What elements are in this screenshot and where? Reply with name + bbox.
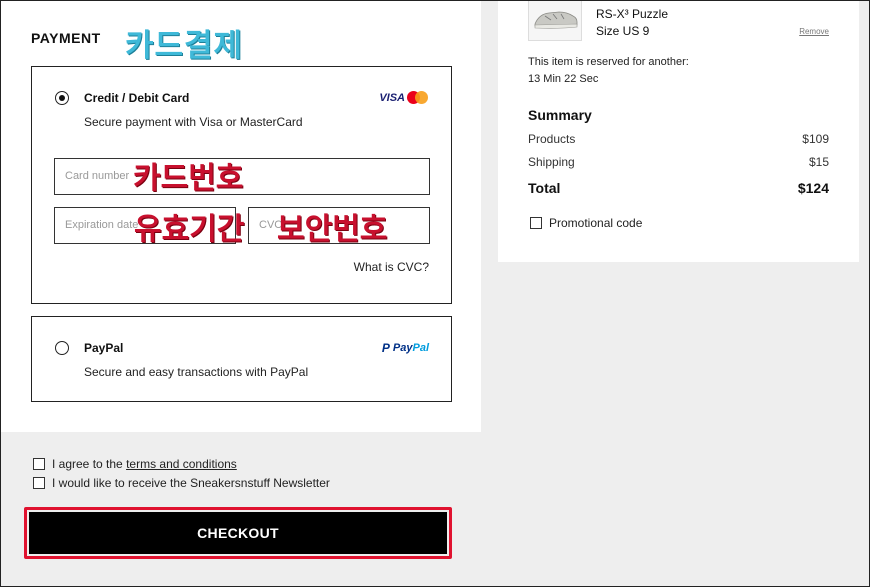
newsletter-checkbox-row: I would like to receive the Sneakersnstu…	[33, 476, 330, 490]
annotation-cvc: 보안번호	[277, 212, 388, 247]
order-summary-panel: RS-X³ Puzzle Size US 9 Remove This item …	[498, 0, 859, 262]
sneaker-icon	[534, 11, 578, 29]
products-value: $109	[802, 132, 829, 146]
paypal-payment-option[interactable]: PayPal P PayPal Secure and easy transact…	[31, 316, 452, 402]
terms-text: I agree to the terms and conditions	[52, 457, 237, 471]
terms-link[interactable]: terms and conditions	[126, 457, 237, 471]
total-value: $124	[797, 180, 829, 196]
checkout-button[interactable]: CHECKOUT	[29, 512, 447, 554]
visa-logo-text: VISA	[379, 91, 405, 104]
paypal-icon: P	[381, 341, 390, 355]
card-radio[interactable]	[55, 91, 69, 105]
products-label: Products	[528, 132, 576, 146]
summary-shipping-row: Shipping $15	[528, 155, 829, 169]
card-option-label: Credit / Debit Card	[84, 91, 190, 105]
payment-title: PAYMENT	[31, 30, 101, 46]
product-size: Size US 9	[596, 24, 650, 38]
annotation-card-payment: 카드결제	[125, 28, 244, 64]
reservation-timer: 13 Min 22 Sec	[528, 73, 599, 85]
promo-label: Promotional code	[549, 216, 643, 230]
terms-checkbox[interactable]	[33, 458, 45, 470]
checkout-highlight: CHECKOUT	[24, 507, 452, 559]
what-is-cvc-link[interactable]: What is CVC?	[354, 260, 429, 274]
summary-title: Summary	[528, 107, 592, 123]
payment-panel: PAYMENT 카드결제 Credit / Debit Card VISA Se…	[1, 0, 481, 432]
newsletter-checkbox[interactable]	[33, 477, 45, 489]
visa-mastercard-logo: VISA	[379, 91, 429, 104]
annotation-expiration: 유효기간	[134, 212, 245, 247]
paypal-option-description: Secure and easy transactions with PayPal	[84, 365, 309, 379]
paypal-radio[interactable]	[55, 341, 69, 355]
newsletter-text: I would like to receive the Sneakersnstu…	[52, 476, 330, 490]
summary-total-row: Total $124	[528, 180, 829, 196]
product-thumbnail	[528, 0, 582, 41]
annotation-card-number: 카드번호	[133, 161, 244, 196]
promo-checkbox[interactable]	[530, 217, 542, 229]
card-option-description: Secure payment with Visa or MasterCard	[84, 115, 303, 129]
paypal-option-label: PayPal	[84, 341, 124, 355]
remove-link[interactable]: Remove	[799, 27, 829, 36]
terms-checkbox-row: I agree to the terms and conditions	[33, 457, 237, 471]
promo-code-row: Promotional code	[530, 216, 642, 230]
shipping-label: Shipping	[528, 155, 575, 169]
paypal-logo: P PayPal	[382, 341, 429, 355]
card-payment-option[interactable]: Credit / Debit Card VISA Secure payment …	[31, 66, 452, 304]
paypal-logo-text: PayPal	[392, 342, 429, 354]
reservation-text: This item is reserved for another:	[528, 56, 689, 68]
mastercard-icon	[407, 91, 429, 104]
shipping-value: $15	[808, 155, 829, 169]
total-label: Total	[528, 180, 561, 196]
product-name: RS-X³ Puzzle	[596, 7, 669, 21]
summary-products-row: Products $109	[528, 132, 829, 146]
